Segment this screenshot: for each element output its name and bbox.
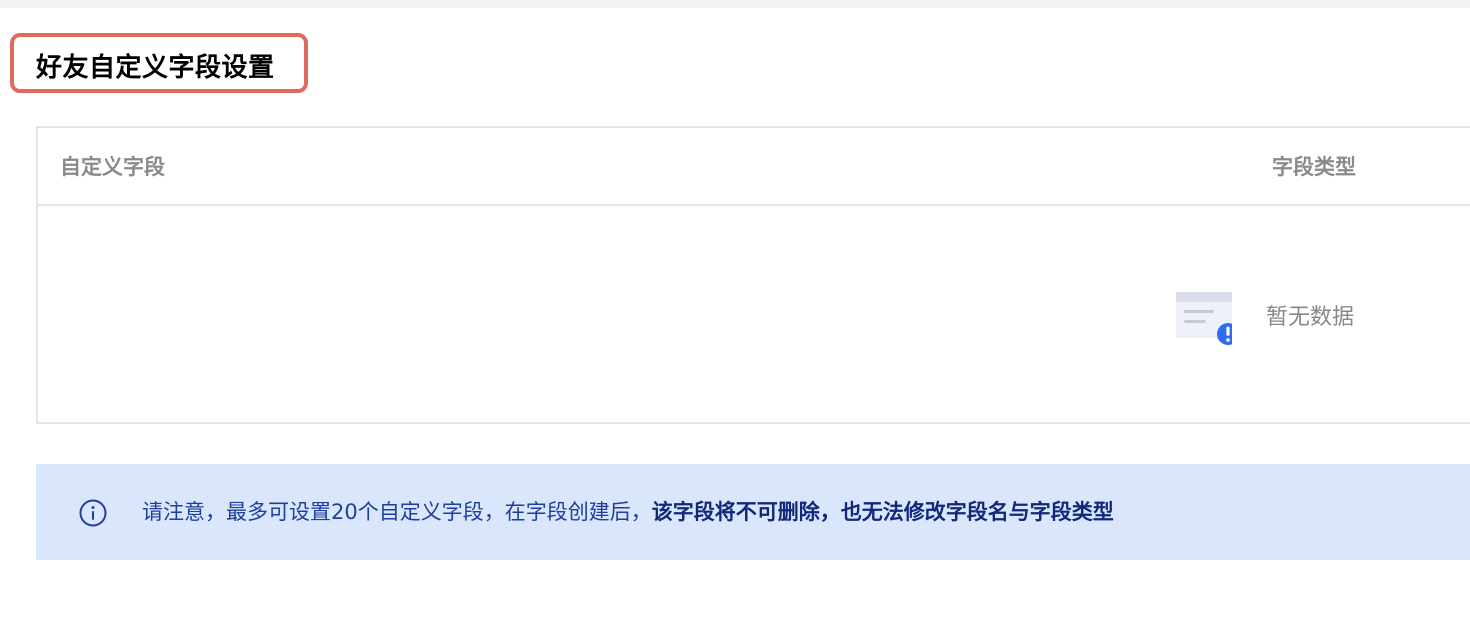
notice-banner: 请注意，最多可设置20个自定义字段，在字段创建后，该字段将不可删除，也无法修改字… [36, 464, 1470, 560]
column-header-custom-field: 自定义字段 [60, 155, 165, 179]
empty-state: 暂无数据 [1164, 288, 1404, 348]
custom-fields-table: 自定义字段 字段类型 暂无数据 [36, 126, 1470, 424]
page-title: 好友自定义字段设置 [36, 53, 275, 83]
column-header-field-type: 字段类型 [1272, 155, 1356, 179]
notice-text: 请注意，最多可设置20个自定义字段，在字段创建后，该字段将不可删除，也无法修改字… [142, 496, 1114, 528]
notice-text-plain: 请注意，最多可设置20个自定义字段，在字段创建后， [142, 500, 652, 524]
empty-data-icon [1164, 292, 1239, 352]
table-header: 自定义字段 字段类型 [38, 128, 1470, 206]
empty-state-text: 暂无数据 [1266, 305, 1355, 330]
top-strip [0, 0, 1470, 8]
notice-text-emphasis: 该字段将不可删除，也无法修改字段名与字段类型 [651, 500, 1114, 524]
info-icon [78, 498, 108, 528]
